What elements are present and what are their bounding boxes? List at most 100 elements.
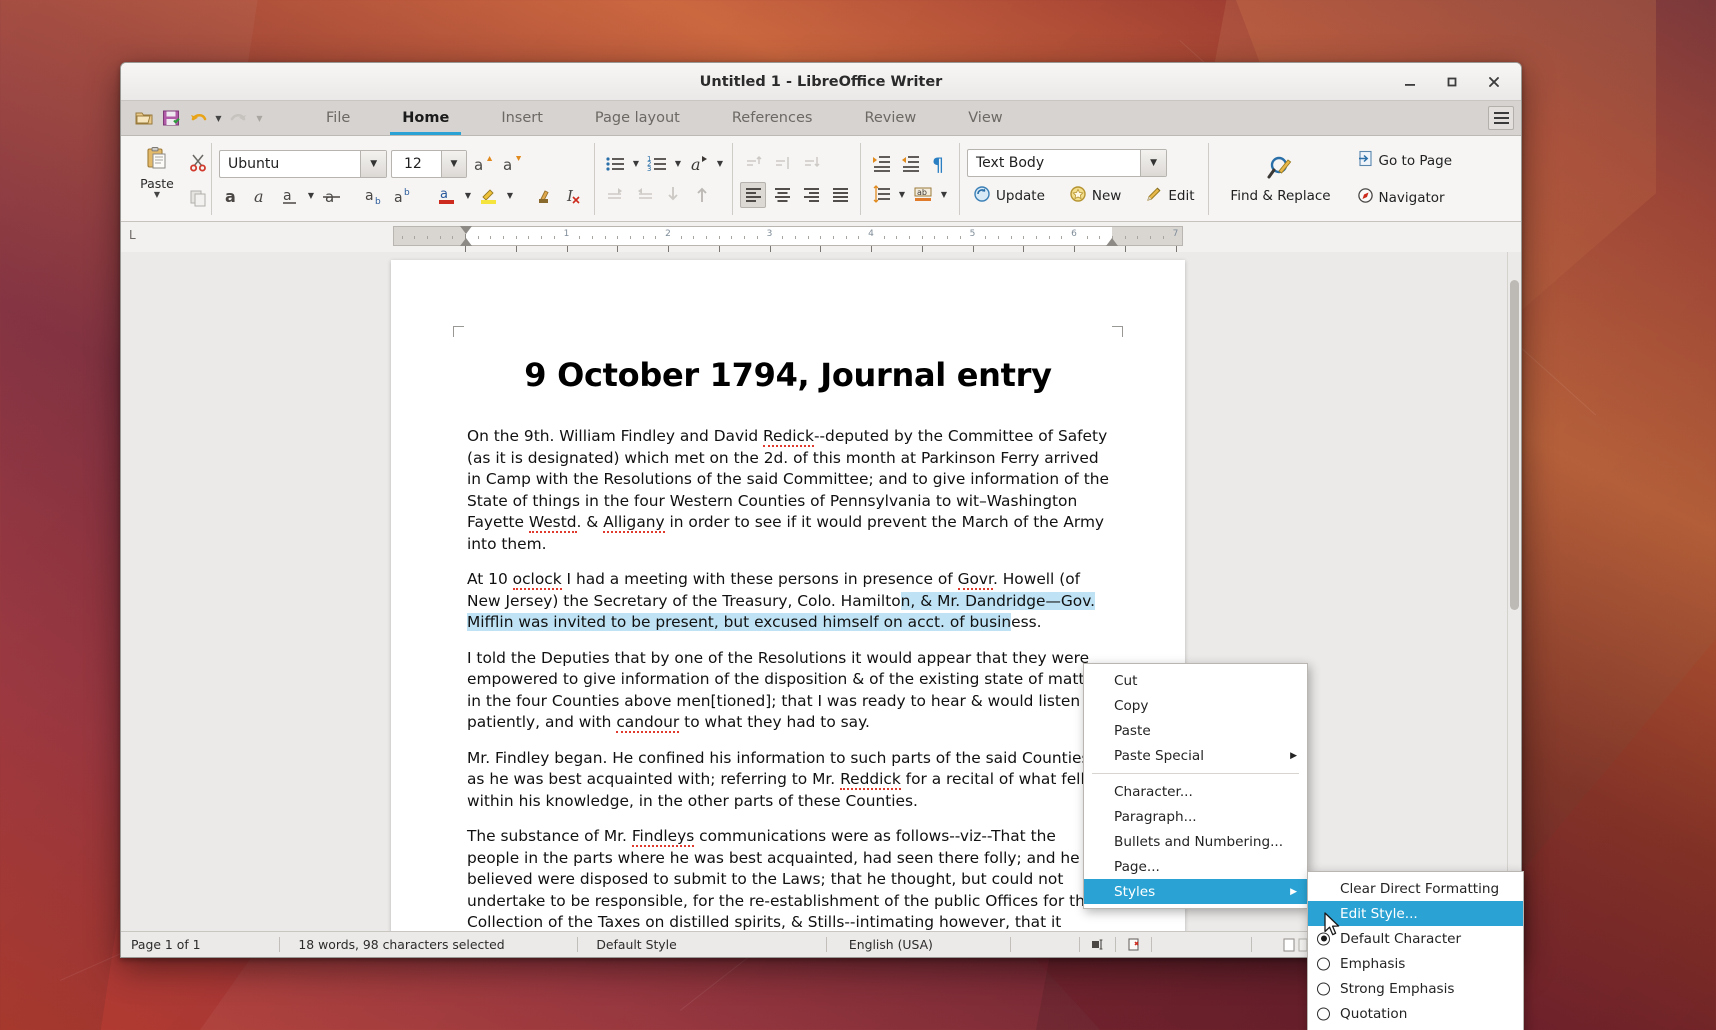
underline-dropdown-icon[interactable]: ▼ (306, 191, 316, 200)
horizontal-ruler[interactable]: 1 2 3 4 5 6 7 (393, 226, 1183, 252)
status-page-number[interactable]: Page 1 of 1 (121, 932, 279, 957)
left-indent-marker[interactable] (460, 238, 472, 246)
decrease-font-size-icon[interactable]: a (499, 151, 525, 177)
status-word-count[interactable]: 18 words, 98 characters selected (280, 932, 577, 957)
paragraph-background-dropdown-icon[interactable]: ▼ (939, 190, 949, 199)
status-selection-mode-icon[interactable] (1080, 932, 1115, 957)
ordered-list-icon[interactable]: 1 2 3 (644, 151, 670, 177)
superscript-icon[interactable]: ab (391, 183, 417, 209)
update-style-button[interactable]: Update (967, 183, 1051, 209)
styles-submenu-item[interactable]: Clear Direct Formatting (1308, 876, 1523, 901)
unordered-list-dropdown-icon[interactable]: ▼ (631, 159, 641, 168)
context-menu-item[interactable]: Paste (1084, 718, 1307, 743)
document-page[interactable]: 9 October 1794, Journal entry On the 9th… (391, 260, 1185, 931)
styles-submenu-item[interactable]: Quotation (1308, 1001, 1523, 1026)
font-size-combobox[interactable]: 12 ▼ (391, 149, 467, 178)
navigator-button[interactable]: Navigator (1351, 185, 1459, 210)
context-menu-item[interactable]: Paste Special ▶ (1084, 743, 1307, 768)
highlighting-color-icon[interactable] (476, 183, 502, 209)
close-icon[interactable] (1485, 73, 1503, 91)
undo-dropdown-icon[interactable]: ▼ (214, 107, 223, 129)
status-page-style[interactable]: Default Style (578, 932, 826, 957)
tab-view[interactable]: View (942, 101, 1028, 135)
undo-icon[interactable] (187, 107, 209, 129)
first-line-indent-marker[interactable] (460, 226, 472, 234)
edit-style-button[interactable]: Edit (1139, 183, 1200, 209)
styles-submenu[interactable]: Clear Direct Formatting Edit Style... Defa… (1307, 871, 1524, 1030)
document-paragraph[interactable]: The substance of Mr. Findleys communicat… (467, 826, 1109, 931)
align-right-icon[interactable] (798, 182, 824, 208)
decrease-indent-icon[interactable] (897, 151, 923, 177)
underline-icon[interactable]: a (277, 183, 303, 209)
right-indent-marker[interactable] (1106, 238, 1118, 246)
document-paragraph[interactable]: Mr. Findley began. He confined his infor… (467, 748, 1109, 813)
increase-indent-icon[interactable] (868, 151, 894, 177)
styles-submenu-item[interactable]: Strong Emphasis (1308, 976, 1523, 1001)
bold-icon[interactable]: a (219, 183, 245, 209)
styles-submenu-item[interactable]: Source Text (1308, 1026, 1523, 1030)
status-language[interactable]: English (USA) (827, 932, 1010, 957)
align-center-icon[interactable] (769, 182, 795, 208)
minimize-icon[interactable] (1401, 73, 1419, 91)
formatting-marks-icon[interactable]: ¶ (926, 151, 952, 177)
document-area[interactable]: 9 October 1794, Journal entry On the 9th… (121, 252, 1521, 931)
unordered-list-icon[interactable] (602, 151, 628, 177)
tab-review[interactable]: Review (838, 101, 942, 135)
save-icon[interactable] (160, 107, 182, 129)
tab-stop-selector[interactable]: L (129, 228, 136, 242)
paste-button[interactable]: Paste ▼ (131, 141, 183, 199)
tab-home[interactable]: Home (376, 101, 475, 135)
styles-submenu-item[interactable]: Emphasis (1308, 951, 1523, 976)
font-size-dropdown-icon[interactable]: ▼ (440, 150, 466, 177)
justify-icon[interactable] (827, 182, 853, 208)
font-color-icon[interactable]: a (434, 183, 460, 209)
context-menu-item[interactable]: Page... (1084, 854, 1307, 879)
scrollbar-thumb[interactable] (1510, 280, 1519, 610)
italic-icon[interactable]: a (248, 183, 274, 209)
clear-formatting-icon[interactable]: I (561, 183, 587, 209)
context-menu-item[interactable]: Bullets and Numbering... (1084, 829, 1307, 854)
context-menu-item[interactable]: Character... (1084, 779, 1307, 804)
maximize-icon[interactable] (1443, 73, 1461, 91)
context-menu-item[interactable]: Paragraph... (1084, 804, 1307, 829)
context-menu[interactable]: Cut Copy Paste Paste Special ▶ Character... Pa… (1083, 663, 1308, 909)
paragraph-style-combobox[interactable]: Text Body ▼ (967, 149, 1167, 177)
new-style-button[interactable]: New (1063, 183, 1127, 209)
align-left-icon[interactable] (740, 181, 766, 208)
open-icon[interactable] (133, 107, 155, 129)
cut-button[interactable] (185, 149, 211, 175)
font-name-dropdown-icon[interactable]: ▼ (360, 150, 386, 177)
line-spacing-dropdown-icon[interactable]: ▼ (897, 190, 907, 199)
ordered-list-dropdown-icon[interactable]: ▼ (673, 159, 683, 168)
tab-file[interactable]: File (300, 101, 376, 135)
document-paragraph[interactable]: I told the Deputies that by one of the R… (467, 648, 1109, 734)
context-menu-item[interactable]: Cut (1084, 668, 1307, 693)
go-to-page-button[interactable]: Go to Page (1351, 148, 1459, 173)
document-paragraph[interactable]: At 10 oclock I had a meeting with these … (467, 569, 1109, 634)
document-body[interactable]: 9 October 1794, Journal entry On the 9th… (467, 356, 1109, 931)
paragraph-background-icon[interactable]: ab (910, 182, 936, 208)
paste-dropdown-icon[interactable]: ▼ (154, 191, 160, 199)
outline-dropdown-icon[interactable]: ▼ (715, 159, 725, 168)
highlighting-dropdown-icon[interactable]: ▼ (505, 191, 515, 200)
context-menu-item[interactable]: Copy (1084, 693, 1307, 718)
status-insert-mode[interactable] (1011, 932, 1078, 957)
strikethrough-icon[interactable]: a (319, 183, 345, 209)
vertical-scrollbar[interactable] (1507, 252, 1521, 931)
document-paragraphs[interactable]: On the 9th. William Findley and David Re… (467, 426, 1109, 931)
font-color-dropdown-icon[interactable]: ▼ (463, 191, 473, 200)
tab-page-layout[interactable]: Page layout (569, 101, 706, 135)
document-paragraph[interactable]: On the 9th. William Findley and David Re… (467, 426, 1109, 555)
status-signature[interactable] (1152, 932, 1251, 957)
tab-insert[interactable]: Insert (475, 101, 569, 135)
tab-references[interactable]: References (706, 101, 839, 135)
outline-format-icon[interactable]: a (686, 151, 712, 177)
paragraph-style-dropdown-icon[interactable]: ▼ (1140, 150, 1166, 176)
clone-formatting-icon[interactable] (532, 183, 558, 209)
status-unsaved-changes-icon[interactable] (1116, 932, 1151, 957)
line-spacing-icon[interactable] (868, 182, 894, 208)
subscript-icon[interactable]: ab (362, 183, 388, 209)
find-replace-button[interactable]: Find & Replace (1225, 154, 1337, 204)
increase-font-size-icon[interactable]: a (470, 151, 496, 177)
font-name-combobox[interactable]: Ubuntu ▼ (219, 149, 387, 178)
